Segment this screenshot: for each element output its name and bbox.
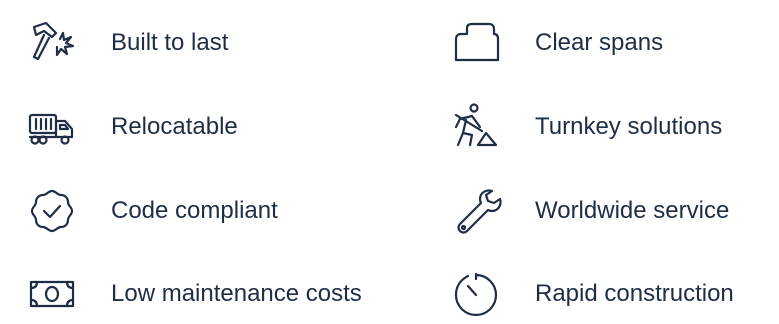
feature-label: Clear spans [535,29,664,56]
feature-label: Turnkey solutions [535,113,723,140]
clear-span-icon [446,13,506,73]
feature-grid: Built to last Relocatable Code compliant… [0,0,779,317]
hammer-icon [22,13,82,73]
money-bill-icon [22,264,82,324]
wrench-icon [446,181,506,241]
feature-label: Relocatable [111,113,238,140]
timer-icon [446,264,506,324]
worker-shovel-icon [446,97,506,157]
feature-label: Low maintenance costs [111,280,362,307]
truck-icon [22,97,82,157]
feature-label: Rapid construction [535,280,734,307]
feature-label: Code compliant [111,197,278,224]
feature-label: Worldwide service [535,197,730,224]
badge-check-icon [22,181,82,241]
feature-label: Built to last [111,29,229,56]
